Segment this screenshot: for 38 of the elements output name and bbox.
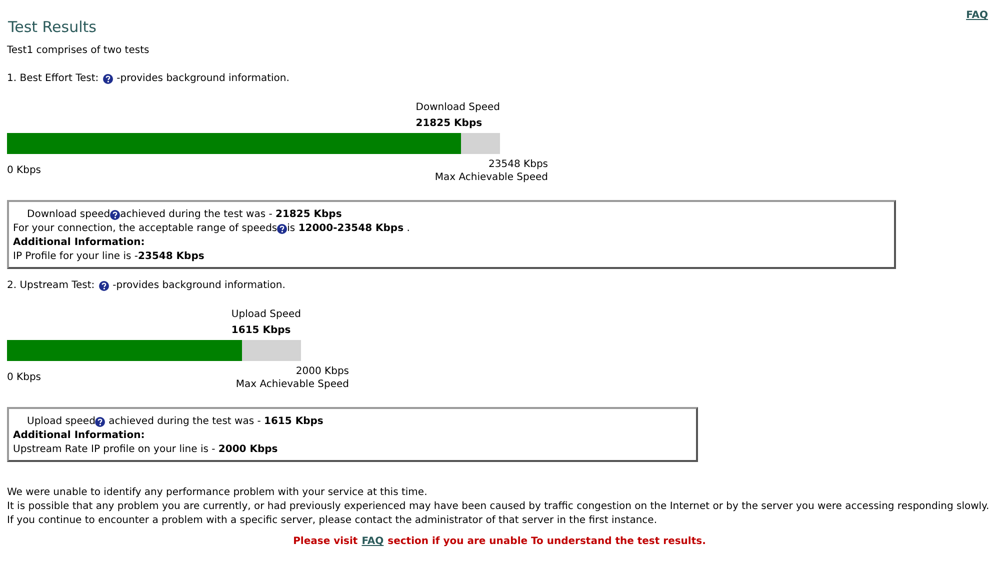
meter-label: Download Speed — [416, 101, 500, 115]
speed-value: 21825 Kbps — [416, 117, 482, 131]
test-heading: 2. Upstream Test: — [7, 279, 95, 293]
summary-text: It is possible that any problem you are currently, or had previously experienced may have been caused by traffic congestion on the Internet or by the server you were accessing responding slowly. — [7, 500, 990, 514]
help-description: -provides background information. — [112, 279, 286, 293]
info-text: achieved during the test was - 21825 Kbps — [120, 208, 342, 222]
info-text: IP Profile for your line is -23548 Kbps — [13, 250, 204, 264]
help-icon[interactable] — [95, 417, 106, 427]
info-text: is 12000-23548 Kbps . — [287, 222, 410, 236]
help-description: -provides background information. — [116, 72, 290, 86]
info-text: Upstream Rate IP profile on your line is - 2000 Kbps — [13, 443, 278, 457]
info-text: Upload speed — [27, 415, 96, 429]
info-heading: Additional Information: — [13, 429, 146, 443]
help-icon[interactable] — [98, 281, 109, 291]
summary-text: We were unable to identify any performance problem with your service at this time. — [7, 486, 428, 500]
help-icon[interactable] — [102, 74, 113, 84]
speed-value: 1615 Kbps — [231, 324, 291, 338]
min-label: 0 Kbps — [7, 372, 42, 383]
notice-text: Please visit — [293, 536, 358, 547]
max-value: 2000 Kbps — [296, 365, 349, 378]
test-heading: 1. Best Effort Test: — [7, 72, 99, 86]
max-value: 23548 Kbps — [488, 158, 548, 171]
faq-link[interactable]: FAQ — [966, 10, 988, 21]
meter-label: Upload Speed — [231, 308, 301, 322]
info-text: For your connection, the acceptable range of speeds — [13, 222, 278, 236]
page-title: Test Results — [8, 18, 96, 36]
info-text: achieved during the test was - 1615 Kbps — [108, 415, 324, 429]
notice-text: section if you are unable To understand the test results. — [388, 536, 706, 547]
intro-text: Test1 comprises of two tests — [7, 44, 150, 58]
min-label: 0 Kbps — [7, 165, 42, 176]
summary-text: If you continue to encounter a problem with a specific server, please contact the administrator of that server in the first instance. — [7, 514, 658, 528]
info-text: Download speed — [27, 208, 110, 222]
faq-link[interactable]: FAQ — [362, 536, 384, 547]
max-label: Max Achievable Speed — [236, 378, 349, 391]
help-icon[interactable] — [277, 224, 288, 234]
info-heading: Additional Information: — [13, 236, 146, 250]
max-label: Max Achievable Speed — [434, 171, 548, 184]
help-icon[interactable] — [110, 210, 120, 220]
